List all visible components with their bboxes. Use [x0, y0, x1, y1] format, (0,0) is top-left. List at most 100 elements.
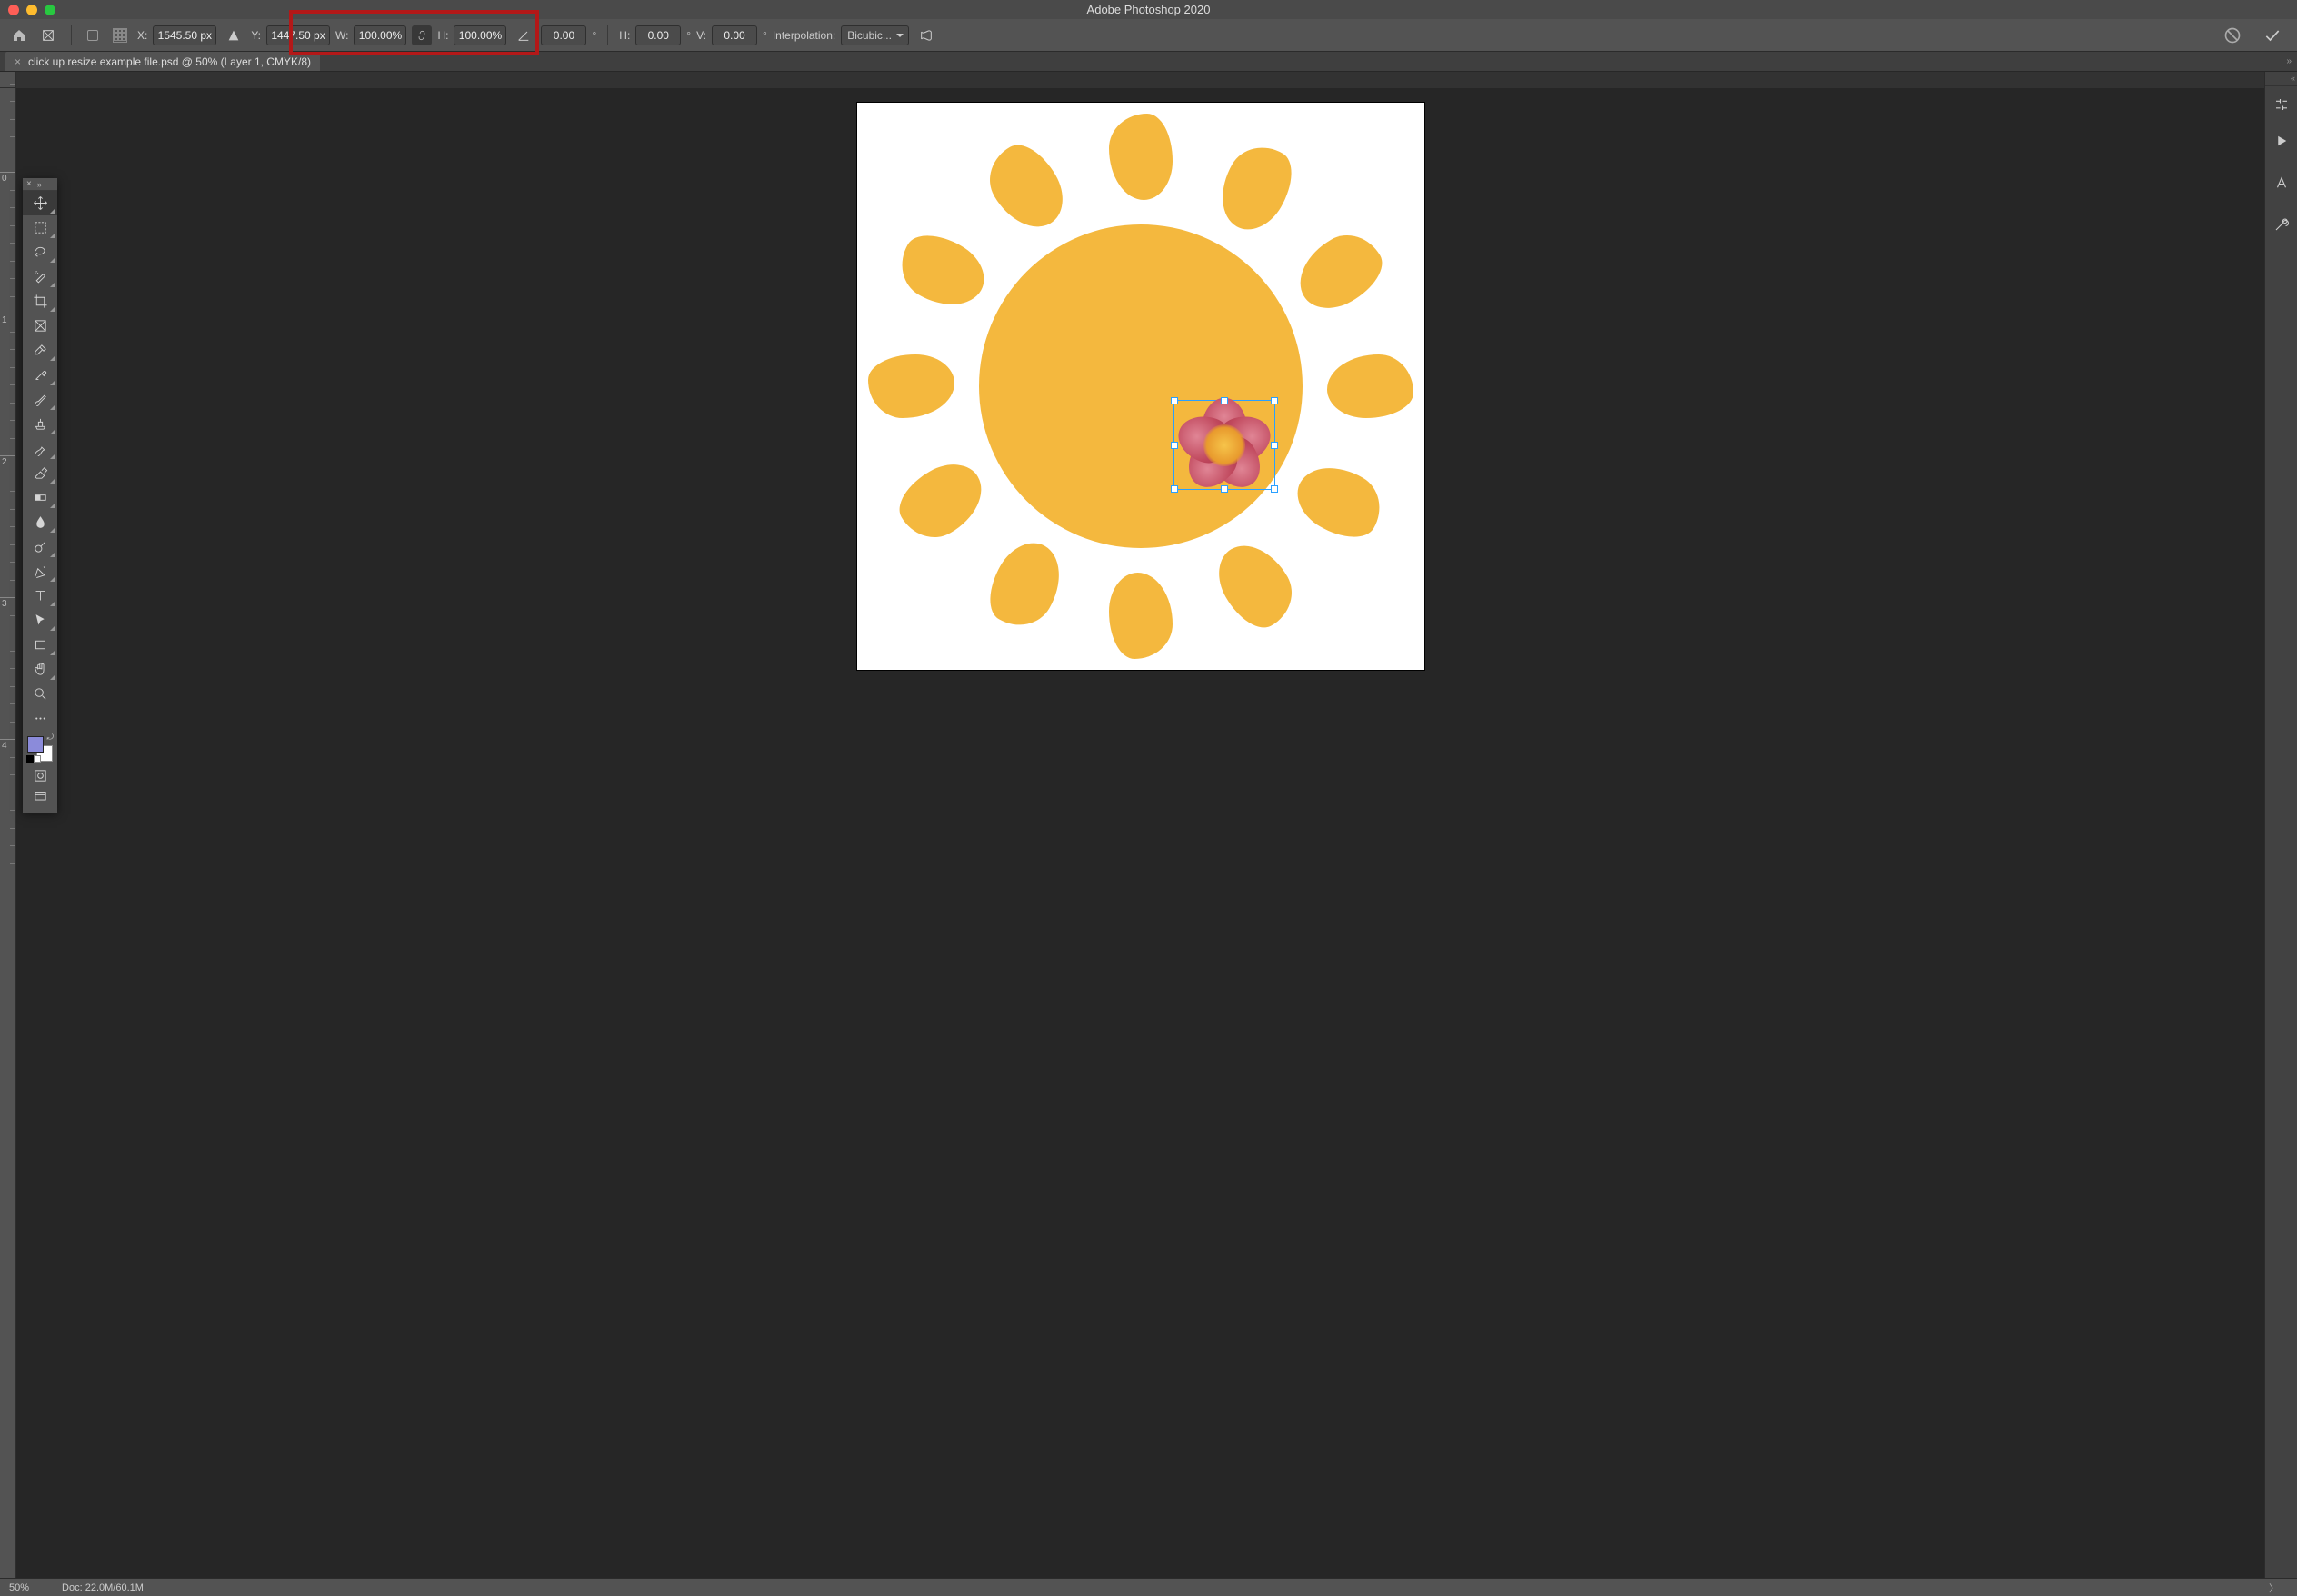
window-controls: [8, 5, 55, 15]
sun-ray: [1286, 452, 1393, 550]
commit-transform-button[interactable]: [2261, 24, 2284, 47]
edit-toolbar-button[interactable]: [23, 706, 57, 731]
properties-panel-icon[interactable]: [2265, 86, 2297, 123]
status-menu-icon[interactable]: 〉: [2269, 1581, 2288, 1595]
quick-mask-button[interactable]: [23, 765, 57, 786]
handle-top-left[interactable]: [1171, 397, 1178, 404]
handle-middle-right[interactable]: [1271, 442, 1278, 449]
path-selection-tool[interactable]: [23, 608, 57, 633]
minimize-window-button[interactable]: [26, 5, 37, 15]
collapse-panel-icon[interactable]: »: [37, 180, 40, 189]
crop-tool[interactable]: [23, 289, 57, 314]
skew-v-label: V:: [696, 29, 706, 42]
blur-tool[interactable]: [23, 510, 57, 534]
rotate-input[interactable]: [541, 25, 586, 45]
handle-top-center[interactable]: [1221, 397, 1228, 404]
close-window-button[interactable]: [8, 5, 19, 15]
app-title: Adobe Photoshop 2020: [0, 3, 2297, 16]
handle-top-right[interactable]: [1271, 397, 1278, 404]
history-brush-tool[interactable]: [23, 436, 57, 461]
foreground-color-swatch[interactable]: [27, 736, 44, 753]
frame-tool[interactable]: [23, 314, 57, 338]
ruler-v-label: 3: [2, 599, 7, 609]
relative-positioning-toggle[interactable]: [222, 24, 245, 47]
interp-label: Interpolation:: [773, 29, 835, 42]
hand-tool[interactable]: [23, 657, 57, 682]
ruler-v-label: 1: [2, 315, 7, 325]
sun-ray: [1206, 135, 1304, 241]
skew-v-input[interactable]: [712, 25, 757, 45]
handle-bottom-left[interactable]: [1171, 485, 1178, 493]
clone-stamp-tool[interactable]: [23, 412, 57, 436]
y-input[interactable]: [266, 25, 330, 45]
home-button[interactable]: [7, 24, 31, 47]
tools-panel[interactable]: × »: [23, 178, 57, 813]
h-label: H:: [437, 29, 448, 42]
pen-tool[interactable]: [23, 559, 57, 584]
toggle-reference-point[interactable]: [83, 25, 103, 45]
type-tool[interactable]: [23, 584, 57, 608]
interpolation-value: Bicubic...: [847, 29, 892, 42]
expand-panels-icon[interactable]: «: [2265, 74, 2297, 86]
document-size[interactable]: Doc: 22.0M/60.1M: [62, 1582, 144, 1593]
ruler-origin[interactable]: [0, 72, 16, 88]
workspace: 012345 01234: [0, 72, 2297, 1578]
brush-tool[interactable]: [23, 387, 57, 412]
actions-panel-icon[interactable]: [2265, 123, 2297, 159]
character-panel-icon[interactable]: [2265, 165, 2297, 201]
skew-h-input[interactable]: [635, 25, 681, 45]
handle-bottom-right[interactable]: [1271, 485, 1278, 493]
canvas-area[interactable]: [16, 88, 2264, 1578]
dodge-tool[interactable]: [23, 534, 57, 559]
eyedropper-tool[interactable]: [23, 338, 57, 363]
tab-overflow-icon[interactable]: »: [2286, 56, 2293, 66]
sun-ray: [1206, 532, 1304, 638]
width-input[interactable]: [354, 25, 406, 45]
interpolation-select[interactable]: Bicubic...: [841, 25, 909, 45]
reference-point-grid[interactable]: [108, 24, 132, 47]
tools-panel-header[interactable]: × »: [23, 178, 57, 191]
ruler-vertical[interactable]: 01234: [0, 88, 16, 1578]
handle-middle-left[interactable]: [1171, 442, 1178, 449]
transform-mode-button[interactable]: [36, 24, 60, 47]
screen-mode-button[interactable]: [23, 786, 57, 807]
document-tab-label: click up resize example file.psd @ 50% (…: [28, 55, 311, 68]
gradient-tool[interactable]: [23, 485, 57, 510]
skew-h-label: H:: [619, 29, 630, 42]
sun-core: [979, 224, 1303, 548]
healing-brush-tool[interactable]: [23, 363, 57, 387]
default-colors-icon[interactable]: [26, 753, 41, 765]
aspect-lock-button[interactable]: [412, 25, 432, 45]
maximize-window-button[interactable]: [45, 5, 55, 15]
title-bar: Adobe Photoshop 2020: [0, 0, 2297, 19]
marquee-tool[interactable]: [23, 215, 57, 240]
swap-colors-icon[interactable]: ⤾: [47, 733, 55, 743]
transform-bounding-box[interactable]: [1173, 400, 1275, 490]
height-input[interactable]: [454, 25, 506, 45]
rotate-label-icon: [512, 24, 535, 47]
cancel-transform-button[interactable]: [2221, 24, 2244, 47]
degree-symbol: °: [592, 29, 596, 42]
flower-center: [1203, 424, 1245, 466]
eraser-tool[interactable]: [23, 461, 57, 485]
x-input[interactable]: [153, 25, 216, 45]
degree-symbol: °: [686, 29, 691, 42]
handle-bottom-center[interactable]: [1221, 485, 1228, 493]
document-canvas[interactable]: [857, 103, 1424, 670]
close-panel-icon[interactable]: ×: [26, 179, 32, 189]
sun-ray: [1286, 223, 1393, 321]
move-tool[interactable]: [23, 191, 57, 215]
sun-ray: [888, 452, 994, 550]
zoom-level[interactable]: 50%: [9, 1582, 29, 1593]
tool-presets-panel-icon[interactable]: [2265, 206, 2297, 243]
warp-mode-button[interactable]: [914, 24, 938, 47]
x-label: X:: [137, 29, 147, 42]
y-label: Y:: [251, 29, 261, 42]
zoom-tool[interactable]: [23, 682, 57, 706]
color-swatches[interactable]: ⤾: [27, 736, 53, 762]
close-tab-icon[interactable]: ×: [15, 55, 21, 68]
quick-selection-tool[interactable]: [23, 264, 57, 289]
document-tab[interactable]: × click up resize example file.psd @ 50%…: [5, 52, 320, 71]
lasso-tool[interactable]: [23, 240, 57, 264]
rectangle-tool[interactable]: [23, 633, 57, 657]
